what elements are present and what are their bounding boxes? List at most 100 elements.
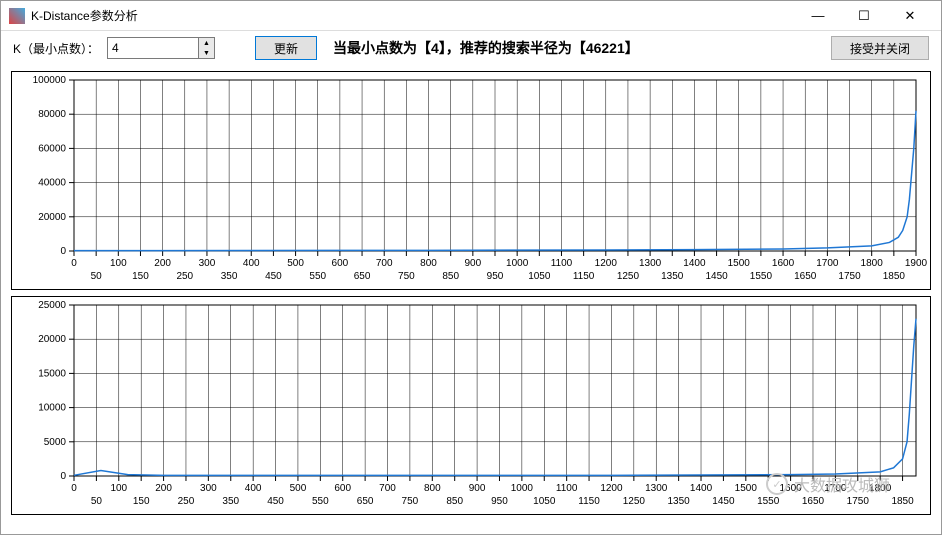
svg-text:100: 100 (110, 483, 127, 494)
svg-text:1300: 1300 (639, 258, 662, 269)
svg-text:650: 650 (357, 496, 374, 507)
svg-text:1900: 1900 (905, 258, 928, 269)
svg-text:1250: 1250 (623, 496, 646, 507)
svg-text:1100: 1100 (556, 483, 578, 494)
svg-text:20000: 20000 (38, 212, 66, 223)
svg-text:350: 350 (222, 496, 239, 507)
svg-text:0: 0 (60, 471, 66, 482)
svg-text:700: 700 (379, 483, 396, 494)
svg-text:200: 200 (155, 483, 172, 494)
app-icon (9, 8, 25, 24)
svg-text:400: 400 (243, 258, 260, 269)
svg-text:1500: 1500 (735, 483, 758, 494)
svg-text:1000: 1000 (511, 483, 534, 494)
svg-text:60000: 60000 (38, 143, 66, 154)
chart-top: 0 20000 40000 60000 80000 100000 0 100 200 300 400… (11, 71, 931, 290)
svg-text:80000: 80000 (38, 109, 66, 120)
svg-text:1400: 1400 (690, 483, 713, 494)
svg-text:1550: 1550 (757, 496, 780, 507)
svg-text:300: 300 (199, 258, 216, 269)
svg-text:1150: 1150 (578, 496, 600, 507)
svg-text:200: 200 (154, 258, 171, 269)
svg-text:800: 800 (424, 483, 441, 494)
svg-text:750: 750 (398, 271, 415, 282)
svg-text:1050: 1050 (528, 271, 551, 282)
svg-text:150: 150 (133, 496, 150, 507)
svg-text:10000: 10000 (38, 403, 66, 414)
svg-text:850: 850 (446, 496, 463, 507)
svg-text:500: 500 (290, 483, 307, 494)
spin-down-icon[interactable]: ▼ (199, 48, 214, 58)
svg-text:0: 0 (71, 258, 77, 269)
svg-text:950: 950 (491, 496, 508, 507)
svg-text:1150: 1150 (573, 271, 595, 282)
svg-text:1450: 1450 (705, 271, 728, 282)
svg-text:550: 550 (309, 271, 326, 282)
window-controls: — ☐ ✕ (795, 2, 933, 30)
minimize-button[interactable]: — (795, 2, 841, 30)
svg-text:20000: 20000 (38, 334, 66, 345)
svg-text:900: 900 (469, 483, 486, 494)
svg-text:1000: 1000 (506, 258, 529, 269)
svg-text:40000: 40000 (38, 178, 66, 189)
svg-text:1800: 1800 (861, 258, 884, 269)
svg-text:1350: 1350 (668, 496, 691, 507)
svg-text:1200: 1200 (595, 258, 618, 269)
svg-text:450: 450 (265, 271, 282, 282)
svg-text:1750: 1750 (847, 496, 870, 507)
svg-text:350: 350 (221, 271, 238, 282)
svg-text:1400: 1400 (683, 258, 706, 269)
k-spinner[interactable]: ▲ ▼ (107, 37, 215, 59)
svg-text:250: 250 (176, 271, 193, 282)
svg-text:800: 800 (420, 258, 437, 269)
svg-text:1550: 1550 (750, 271, 773, 282)
svg-text:1450: 1450 (712, 496, 735, 507)
svg-text:1650: 1650 (802, 496, 825, 507)
svg-text:1500: 1500 (728, 258, 751, 269)
svg-text:1750: 1750 (838, 271, 861, 282)
close-button[interactable]: ✕ (887, 2, 933, 30)
svg-text:300: 300 (200, 483, 217, 494)
svg-text:100: 100 (110, 258, 127, 269)
svg-text:0: 0 (71, 483, 77, 494)
svg-text:1850: 1850 (883, 271, 906, 282)
svg-text:900: 900 (464, 258, 481, 269)
svg-text:50: 50 (91, 271, 103, 282)
k-label: K（最小点数）： (13, 40, 99, 57)
svg-text:150: 150 (132, 271, 149, 282)
update-button[interactable]: 更新 (255, 36, 317, 60)
svg-text:500: 500 (287, 258, 304, 269)
svg-text:15000: 15000 (38, 368, 66, 379)
chart-bottom: 0500010000150002000025000010020030040050… (11, 296, 931, 515)
maximize-button[interactable]: ☐ (841, 2, 887, 30)
svg-text:1600: 1600 (772, 258, 795, 269)
svg-text:1300: 1300 (645, 483, 668, 494)
svg-text:250: 250 (178, 496, 195, 507)
svg-text:600: 600 (332, 258, 349, 269)
svg-text:1600: 1600 (779, 483, 802, 494)
svg-text:400: 400 (245, 483, 262, 494)
svg-text:450: 450 (267, 496, 284, 507)
svg-text:1700: 1700 (824, 483, 847, 494)
svg-text:650: 650 (354, 271, 371, 282)
svg-text:1250: 1250 (617, 271, 640, 282)
svg-text:1850: 1850 (891, 496, 914, 507)
recommendation-text: 当最小点数为【4】，推荐的搜索半径为【46221】 (333, 38, 639, 58)
k-input[interactable] (108, 38, 198, 58)
svg-text:550: 550 (312, 496, 329, 507)
svg-text:100000: 100000 (33, 75, 67, 86)
svg-text:750: 750 (402, 496, 419, 507)
toolbar: K（最小点数）： ▲ ▼ 更新 当最小点数为【4】，推荐的搜索半径为【46221… (1, 31, 941, 65)
svg-text:1050: 1050 (533, 496, 556, 507)
svg-text:1800: 1800 (869, 483, 892, 494)
accept-close-button[interactable]: 接受并关闭 (831, 36, 929, 60)
svg-text:1700: 1700 (816, 258, 839, 269)
svg-text:0: 0 (60, 246, 66, 257)
svg-text:950: 950 (487, 271, 504, 282)
titlebar: K-Distance参数分析 — ☐ ✕ (1, 1, 941, 31)
svg-text:850: 850 (442, 271, 459, 282)
svg-text:1650: 1650 (794, 271, 817, 282)
spin-up-icon[interactable]: ▲ (199, 38, 214, 48)
svg-text:600: 600 (334, 483, 351, 494)
svg-text:25000: 25000 (38, 300, 66, 311)
